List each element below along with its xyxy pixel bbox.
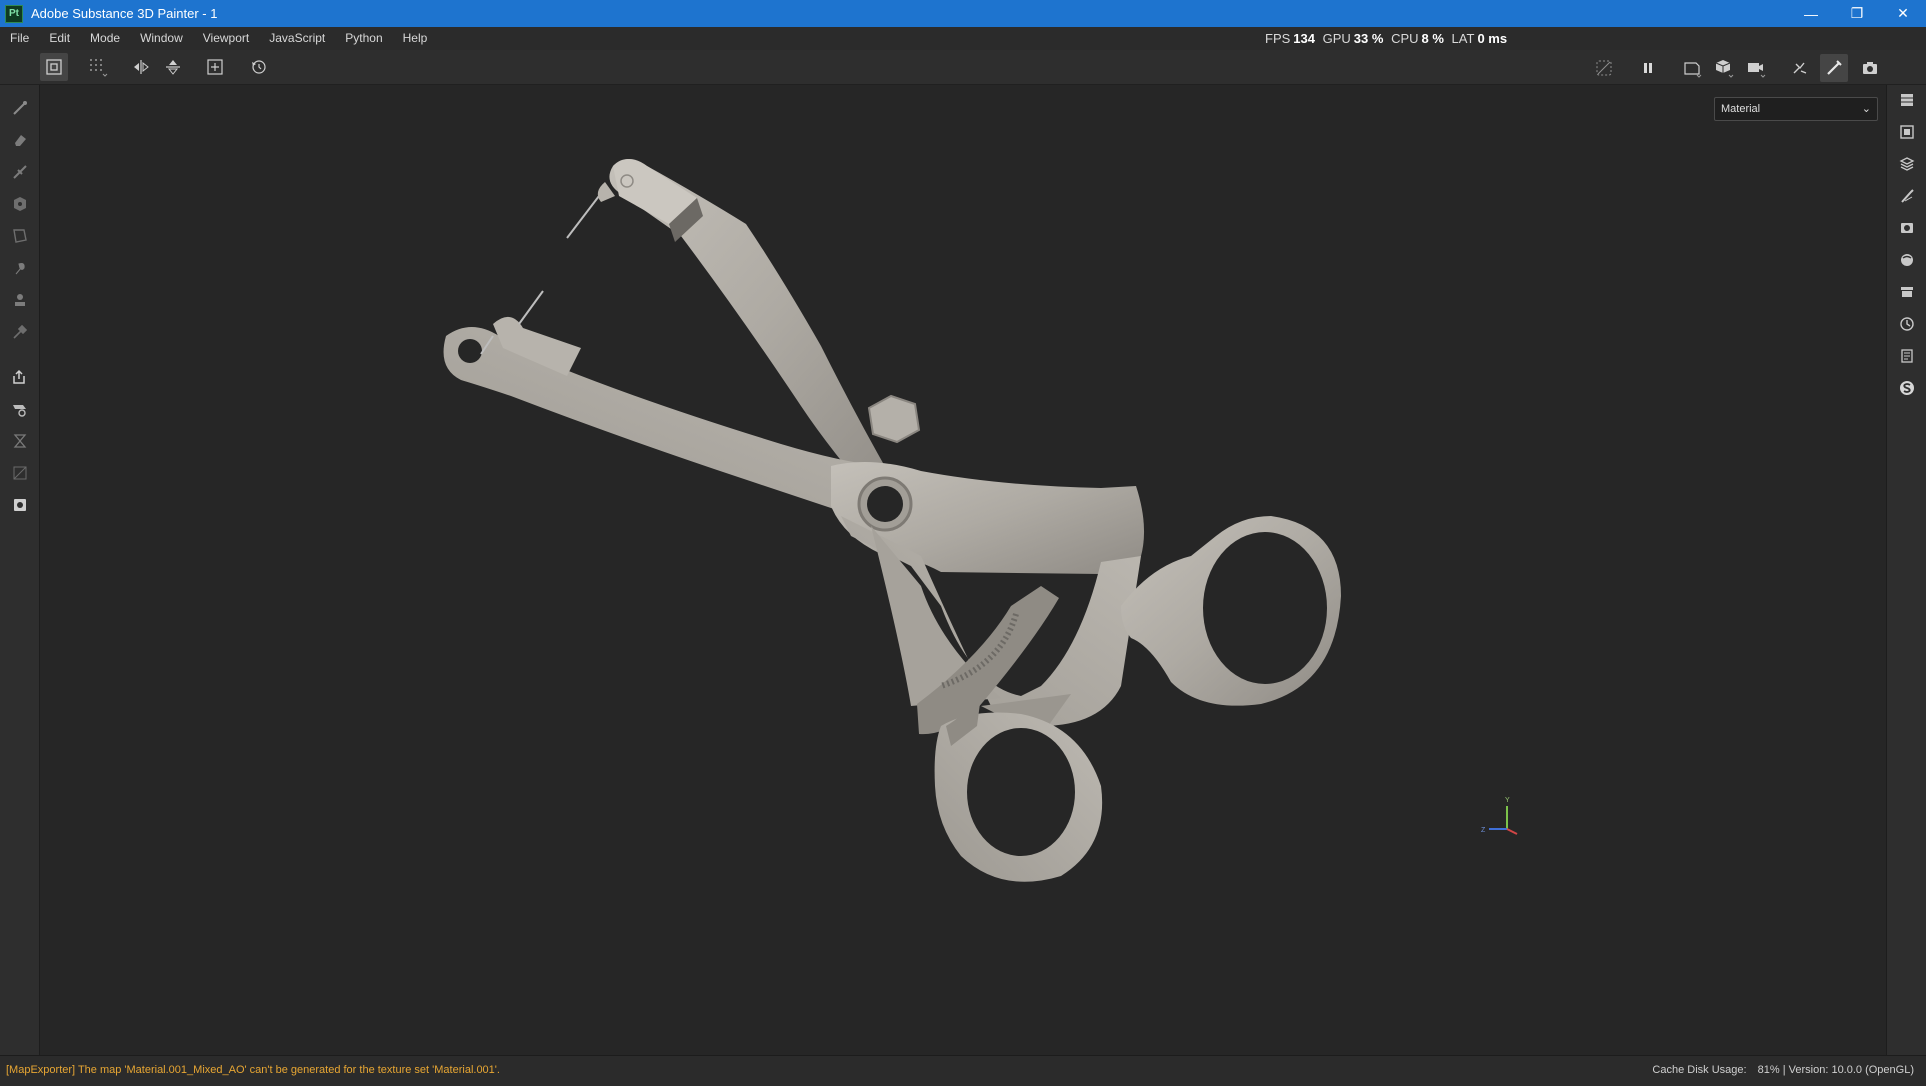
layers-stack-icon[interactable] bbox=[1895, 88, 1919, 112]
axis-label-y: Y bbox=[1505, 797, 1510, 804]
close-icon[interactable]: ✕ bbox=[1880, 0, 1926, 27]
bake-textures-icon[interactable] bbox=[8, 397, 32, 421]
axis-gizmo: Y Z bbox=[1481, 797, 1518, 835]
menu-bar: File Edit Mode Window Viewport JavaScrip… bbox=[0, 27, 1926, 50]
menu-help[interactable]: Help bbox=[393, 27, 438, 50]
menu-edit[interactable]: Edit bbox=[39, 27, 80, 50]
performance-readout: FPS 134 GPU 33 % CPU 8 % LAT 0 ms bbox=[1265, 27, 1511, 50]
grid-snap-icon[interactable] bbox=[84, 53, 112, 81]
scissors-model bbox=[443, 159, 1341, 882]
axis-label-z: Z bbox=[1481, 827, 1486, 834]
minimize-icon[interactable]: — bbox=[1788, 0, 1834, 27]
gpu-label: GPU bbox=[1322, 31, 1351, 46]
left-tool-strip bbox=[0, 85, 40, 1055]
title-bar: Pt Adobe Substance 3D Painter - 1 — ❐ ✕ bbox=[0, 0, 1926, 27]
clone-stamp-icon[interactable] bbox=[8, 288, 32, 312]
menu-python[interactable]: Python bbox=[335, 27, 392, 50]
substance-icon[interactable] bbox=[1895, 376, 1919, 400]
chevron-down-icon: ⌄ bbox=[1861, 103, 1871, 115]
cube-view-icon[interactable] bbox=[1710, 54, 1738, 82]
layers-icon[interactable] bbox=[1895, 152, 1919, 176]
menu-javascript[interactable]: JavaScript bbox=[259, 27, 335, 50]
status-bar: [MapExporter] The map 'Material.001_Mixe… bbox=[0, 1055, 1926, 1086]
reset-rotation-icon[interactable] bbox=[245, 53, 273, 81]
hourglass-icon[interactable] bbox=[8, 429, 32, 453]
cache-value: 81% bbox=[1757, 1064, 1780, 1076]
cpu-value: 8 % bbox=[1421, 31, 1444, 46]
camera-icon[interactable] bbox=[1742, 54, 1770, 82]
lat-label: LAT bbox=[1451, 31, 1475, 46]
status-info: Cache Disk Usage: 81% | Version: 10.0.0 … bbox=[1652, 1064, 1914, 1076]
fps-label: FPS bbox=[1265, 31, 1291, 46]
viewport-frame-icon[interactable] bbox=[1678, 54, 1706, 82]
polygon-fill-icon[interactable] bbox=[8, 224, 32, 248]
export-icon[interactable] bbox=[8, 365, 32, 389]
geometry-mask-icon[interactable] bbox=[8, 192, 32, 216]
assets-icon[interactable] bbox=[1895, 280, 1919, 304]
viewport-scene: Y Z bbox=[443, 159, 1518, 882]
document-icon[interactable] bbox=[8, 493, 32, 517]
uv-icon[interactable] bbox=[8, 461, 32, 485]
projection-icon[interactable] bbox=[8, 160, 32, 184]
color-picker-icon[interactable] bbox=[8, 320, 32, 344]
gpu-value: 33 % bbox=[1353, 31, 1384, 46]
hide-overlay-icon[interactable] bbox=[1590, 54, 1618, 82]
texture-set-icon[interactable] bbox=[1895, 120, 1919, 144]
menu-mode[interactable]: Mode bbox=[80, 27, 130, 50]
mirror-y-icon[interactable] bbox=[159, 53, 187, 81]
smudge-icon[interactable] bbox=[8, 256, 32, 280]
shader-icon[interactable] bbox=[1895, 248, 1919, 272]
right-panel-strip bbox=[1886, 85, 1926, 1055]
cpu-label: CPU bbox=[1391, 31, 1419, 46]
pause-icon[interactable] bbox=[1634, 54, 1662, 82]
window-controls: — ❐ ✕ bbox=[1788, 0, 1926, 27]
fps-value: 134 bbox=[1293, 31, 1315, 46]
toolbar bbox=[0, 50, 1926, 85]
selection-mode-icon[interactable] bbox=[40, 53, 68, 81]
eraser-icon[interactable] bbox=[8, 128, 32, 152]
menu-viewport[interactable]: Viewport bbox=[193, 27, 259, 50]
bake-icon[interactable] bbox=[1786, 54, 1814, 82]
menu-file[interactable]: File bbox=[0, 27, 39, 50]
display-mode-value: Material bbox=[1721, 103, 1761, 115]
screenshot-icon[interactable] bbox=[1856, 54, 1884, 82]
mirror-x-icon[interactable] bbox=[127, 53, 155, 81]
paint-brush-icon[interactable] bbox=[8, 96, 32, 120]
version-text: | Version: 10.0.0 (OpenGL) bbox=[1782, 1064, 1914, 1076]
lat-value: 0 ms bbox=[1477, 31, 1508, 46]
app-logo: Pt bbox=[5, 4, 23, 23]
display-settings-icon[interactable] bbox=[1895, 216, 1919, 240]
restore-icon[interactable]: ❐ bbox=[1834, 0, 1880, 27]
display-mode-select[interactable]: Material ⌄ bbox=[1714, 97, 1878, 121]
cache-label: Cache Disk Usage: bbox=[1652, 1064, 1747, 1076]
add-frame-icon[interactable] bbox=[201, 53, 229, 81]
menu-window[interactable]: Window bbox=[130, 27, 193, 50]
window-title: Adobe Substance 3D Painter - 1 bbox=[31, 6, 218, 21]
properties-icon[interactable] bbox=[1895, 184, 1919, 208]
log-icon[interactable] bbox=[1895, 344, 1919, 368]
paint-mode-icon[interactable] bbox=[1820, 54, 1848, 82]
history-icon[interactable] bbox=[1895, 312, 1919, 336]
status-message: [MapExporter] The map 'Material.001_Mixe… bbox=[6, 1064, 500, 1076]
3d-viewport[interactable]: Y Z bbox=[41, 86, 1886, 1055]
